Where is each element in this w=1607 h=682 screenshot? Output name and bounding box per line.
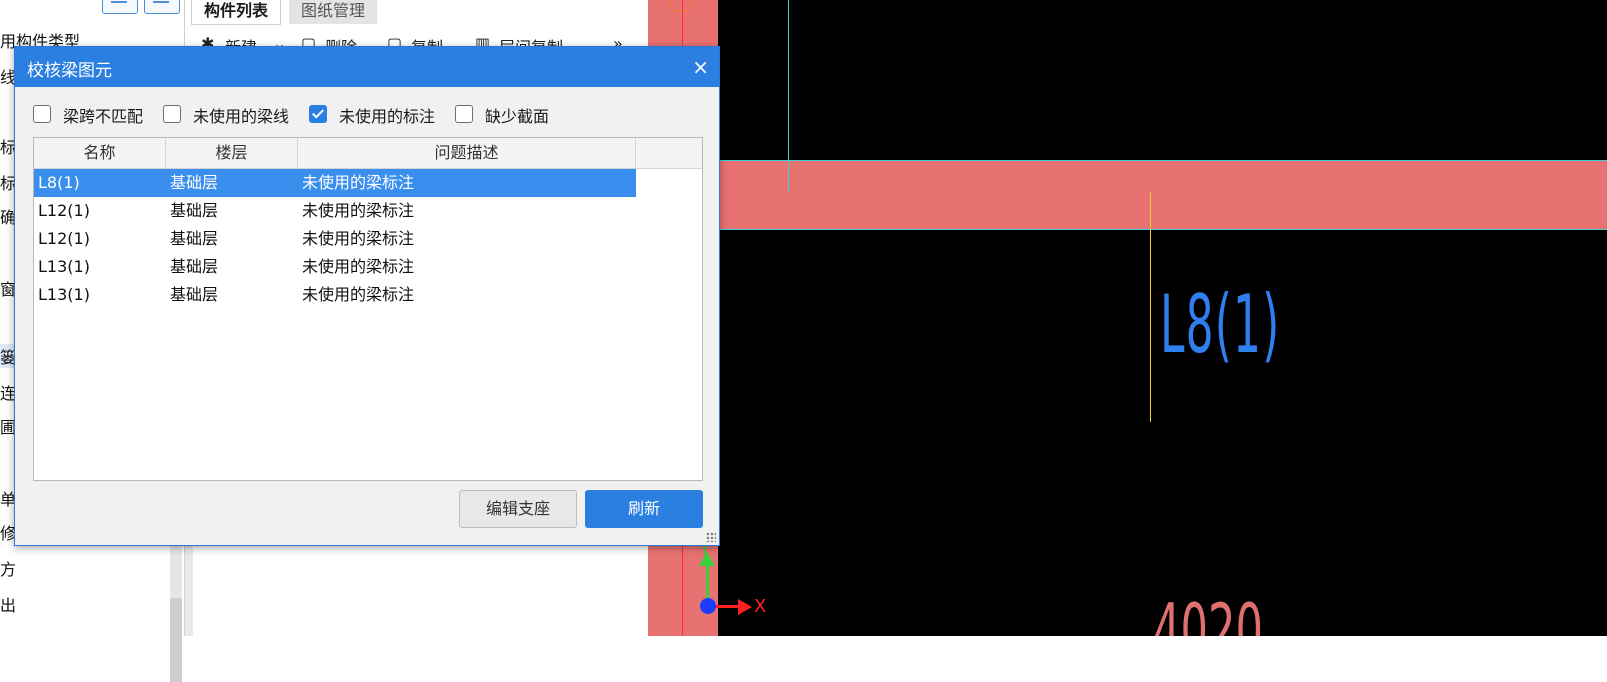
issues-table: 名称 楼层 问题描述 L8(1) 基础层 未使用的梁标注 L12(1) 基础层 … (33, 137, 703, 481)
cell-name: L8(1) (38, 173, 80, 192)
dialog-titlebar[interactable]: 校核梁图元 × (15, 47, 719, 87)
filter-label[interactable]: 缺少截面 (485, 103, 549, 127)
x-axis-arrow-icon (738, 599, 752, 615)
cell-floor: 基础层 (170, 173, 219, 192)
check-beam-dialog: 校核梁图元 × 梁跨不匹配 未使用的梁线 未使用的标注 缺少截面 名称 楼层 问… (14, 46, 720, 546)
beam-element[interactable] (718, 160, 1607, 230)
cell-description: 未使用的梁标注 (302, 229, 415, 248)
cell-floor: 基础层 (170, 257, 219, 276)
checkbox-checked[interactable] (309, 105, 327, 123)
checkbox[interactable] (455, 105, 473, 123)
tree-item-selected[interactable]: 篓 (0, 344, 16, 368)
tree-collapse-toggle-button[interactable] (144, 0, 180, 14)
table-row[interactable]: L12(1) 基础层 未使用的梁标注 (34, 225, 636, 253)
table-header: 名称 楼层 问题描述 (34, 138, 702, 169)
cad-drawing-canvas[interactable]: L8(1) 4020 Y X (648, 0, 1607, 636)
edit-support-button[interactable]: 编辑支座 (459, 490, 577, 528)
cell-name: L12(1) (38, 201, 90, 220)
table-row[interactable]: L8(1) 基础层 未使用的梁标注 (34, 169, 636, 197)
cell-name: L12(1) (38, 229, 90, 248)
checkbox[interactable] (33, 105, 51, 123)
filter-label[interactable]: 未使用的标注 (339, 103, 435, 127)
beam-annotation-label[interactable]: L8(1) (1160, 278, 1280, 371)
cell-floor: 基础层 (170, 229, 219, 248)
tree-scrollbar-track[interactable] (170, 598, 182, 682)
cell-name: L13(1) (38, 285, 90, 304)
close-icon[interactable]: × (692, 55, 709, 79)
window-icon (153, 1, 169, 3)
tree-view-toggle-button[interactable] (102, 0, 138, 14)
gridline (788, 0, 789, 192)
dimension-text: 4020 (1153, 588, 1263, 636)
x-axis-label: X (754, 596, 767, 617)
tree-item[interactable]: 出 (0, 592, 16, 616)
dialog-title: 校核梁图元 (27, 61, 112, 81)
origin-icon (700, 598, 716, 614)
tab-drawing-management[interactable]: 图纸管理 (289, 0, 378, 24)
table-row[interactable]: L12(1) 基础层 未使用的梁标注 (34, 197, 636, 225)
filter-label[interactable]: 梁跨不匹配 (63, 103, 143, 127)
column-header-name[interactable]: 名称 (34, 138, 166, 168)
tree-item[interactable]: 方 (0, 556, 16, 580)
leader-line (1150, 192, 1151, 422)
list-icon (111, 1, 127, 3)
cell-name: L13(1) (38, 257, 90, 276)
table-row[interactable]: L13(1) 基础层 未使用的梁标注 (34, 253, 636, 281)
refresh-button[interactable]: 刷新 (585, 490, 703, 528)
column-header-floor[interactable]: 楼层 (166, 138, 298, 168)
cell-floor: 基础层 (170, 201, 219, 220)
cell-floor: 基础层 (170, 285, 219, 304)
column-header-description[interactable]: 问题描述 (298, 138, 636, 168)
cell-description: 未使用的梁标注 (302, 285, 415, 304)
cell-description: 未使用的梁标注 (302, 201, 415, 220)
filter-label[interactable]: 未使用的梁线 (193, 103, 289, 127)
tab-component-list[interactable]: 构件列表 (191, 0, 282, 25)
cell-description: 未使用的梁标注 (302, 257, 415, 276)
checkbox[interactable] (163, 105, 181, 123)
table-row[interactable]: L13(1) 基础层 未使用的梁标注 (34, 281, 636, 309)
cell-description: 未使用的梁标注 (302, 173, 415, 192)
resize-grip-icon[interactable] (706, 532, 716, 542)
